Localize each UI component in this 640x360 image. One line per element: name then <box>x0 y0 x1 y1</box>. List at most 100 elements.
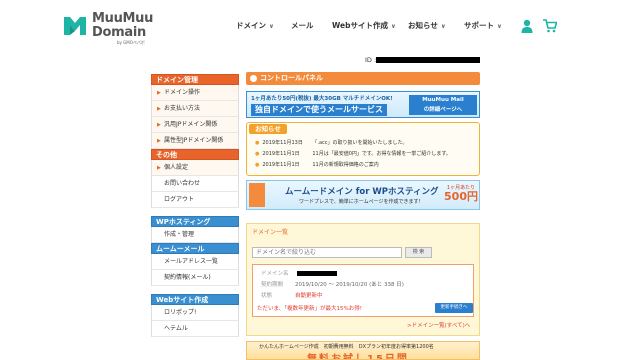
status-value: 自動更新中 <box>295 293 323 299</box>
sidebar-item-wp-create[interactable]: 作成・管理 <box>151 227 239 243</box>
notice-item[interactable]: ● 2019年11月1日 11月は「最安値0円」です。お得な情報を一挙ご紹介します。 <box>255 150 451 157</box>
chevron-down-icon: ∨ <box>390 23 396 30</box>
sidebar-item-personal-settings[interactable]: ▶ 個人設定 <box>151 160 239 176</box>
wp-badge-icon <box>249 183 265 207</box>
user-icon[interactable] <box>521 19 533 33</box>
sidebar-item-mail-contract[interactable]: 契約情報(メール) <box>151 270 239 286</box>
sidebar-item-label: 個人設定 <box>164 164 189 171</box>
sidebar-item-payment[interactable]: ▶ お支払い方法 <box>151 101 239 117</box>
main-content: コントロールパネル 1ヶ月あたり50円(税抜) 最大30GB マルチドメインOK… <box>246 72 480 210</box>
nav-support-label: サポート <box>464 21 494 30</box>
sidebar: ドメイン管理 ▶ ドメイン操作 ▶ お支払い方法 ▶ 汎用JPドメイン関係 ▶ 属性型J… <box>151 74 239 337</box>
sidebar-section-wp-hosting: WPホスティング <box>151 216 239 227</box>
notice-date: 2019年11月1日 <box>262 162 300 168</box>
sidebar-section-other: その他 <box>151 149 239 160</box>
sidebar-item-label: 属性型JPドメイン関係 <box>164 137 224 144</box>
domain-name-label: ドメイン名 <box>261 271 289 277</box>
muumuu-logo[interactable]: MuuMuu Domain by GMOペパボ <box>62 11 154 45</box>
bullet-icon: ● <box>255 151 260 157</box>
domain-list-panel: ドメイン一覧 検 索 ドメイン名 契約期間 2019/10/20 〜 2019/1… <box>246 223 480 336</box>
nav-news-label: お知らせ <box>408 21 438 30</box>
notice-item[interactable]: ● 2019年11月1日 11月の新規取得価格のご案内 <box>255 161 379 168</box>
trial-banner-main: 無料お試し15日間 <box>307 354 409 360</box>
logo-text-muumuu: MuuMuu <box>92 11 154 26</box>
domain-search-input[interactable] <box>252 247 402 258</box>
domain-entry-card: ドメイン名 契約期間 2019/10/20 〜 2019/10/20 (あと 33… <box>252 264 474 317</box>
triangle-right-icon: ▶ <box>157 106 161 112</box>
status-label: 状態 <box>261 293 273 299</box>
domain-name-redacted[interactable] <box>297 271 337 276</box>
nav-mail-label: メール <box>291 21 314 30</box>
sidebar-item-label: 契約情報(メール) <box>164 274 211 281</box>
all-domains-link[interactable]: >ドメイン一覧(すべて)へ <box>407 321 470 329</box>
control-panel-title: コントロールパネル <box>260 74 323 82</box>
notice-date: 2019年11月1日 <box>262 151 300 157</box>
triangle-right-icon: ▶ <box>157 90 161 96</box>
mail-banner-logo[interactable]: MuuMuu Mail の詳細ページへ <box>409 95 477 115</box>
cart-icon[interactable] <box>543 19 557 33</box>
mail-banner-top: 1ヶ月あたり50円(税抜) 最大30GB マルチドメインOK! <box>251 96 393 102</box>
trial-banner-top: かんたんホームページ作成 初期費用無料 DXプラン初年度お得率第1200名 <box>259 344 434 350</box>
sidebar-item-label: お支払い方法 <box>164 105 201 112</box>
domain-search-button[interactable]: 検 索 <box>405 247 432 258</box>
sidebar-item-jp-generic[interactable]: ▶ 汎用JPドメイン関係 <box>151 117 239 133</box>
homepage-trial-banner[interactable]: かんたんホームページ作成 初期費用無料 DXプラン初年度お得率第1200名 無料… <box>246 341 480 360</box>
nav-website[interactable]: Webサイト作成 ∨ <box>332 20 396 31</box>
sidebar-item-label: お問い合わせ <box>164 180 201 187</box>
chevron-down-icon: ∨ <box>440 23 446 30</box>
account-id-redacted <box>376 57 480 63</box>
nav-support[interactable]: サポート ∨ <box>464 20 502 31</box>
renew-button[interactable]: 更新手続きへ <box>435 303 473 313</box>
notice-item[interactable]: ● 2019年11月13日 「.acc」の取り扱いを開始いたしました。 <box>255 139 408 146</box>
notice-title: お知らせ <box>249 124 287 134</box>
bullet-icon: ● <box>255 162 260 168</box>
account-id-label: ID : <box>365 56 377 64</box>
sidebar-item-logout[interactable]: ログアウト <box>151 192 239 208</box>
mail-banner-logo-text: MuuMuu Mail <box>422 97 464 103</box>
contract-period-value: 2019/10/20 〜 2019/10/20 (あと 338 日) <box>295 282 404 288</box>
wp-price-value: 500円 <box>444 190 478 203</box>
mail-banner-logo-sub: の詳細ページへ <box>423 107 463 113</box>
nav-website-label: Webサイト作成 <box>332 21 388 30</box>
bullet-icon: ● <box>255 140 260 146</box>
notice-text: 11月は「最安値0円」です。お得な情報を一挙ご紹介します。 <box>312 151 451 157</box>
contract-period-row: 契約期間 2019/10/20 〜 2019/10/20 (あと 338 日) <box>261 280 404 288</box>
domain-list-title: ドメイン一覧 <box>252 229 289 236</box>
logo-mark-icon <box>64 17 86 35</box>
multi-year-note: ただいま、「複数年更新」が最大15%お得! <box>257 306 362 312</box>
chevron-down-icon: ∨ <box>269 23 274 30</box>
sidebar-item-label: ロリポップ! <box>164 309 197 316</box>
sidebar-section-muumuu-mail: ムームーメール <box>151 243 239 254</box>
logo-sub: by GMOペパボ <box>117 40 145 45</box>
sidebar-item-label: ログアウト <box>164 196 195 203</box>
sidebar-item-domain-ops[interactable]: ▶ ドメイン操作 <box>151 85 239 101</box>
sidebar-section-domain-admin: ドメイン管理 <box>151 74 239 85</box>
triangle-right-icon: ▶ <box>157 165 161 171</box>
control-panel-header: コントロールパネル <box>246 72 480 85</box>
nav-news[interactable]: お知らせ ∨ <box>408 20 446 31</box>
notice-text: 「.acc」の取り扱いを開始いたしました。 <box>312 140 408 146</box>
sidebar-item-label: 汎用JPドメイン関係 <box>164 121 218 128</box>
sidebar-item-mail-list[interactable]: メールアドレス一覧 <box>151 254 239 270</box>
sidebar-item-heteml[interactable]: ヘテムル <box>151 321 239 337</box>
mail-banner-main: 独自ドメインで使うメールサービス <box>251 104 387 116</box>
sidebar-item-label: メールアドレス一覧 <box>164 258 219 265</box>
sidebar-item-contact[interactable]: お問い合わせ <box>151 176 239 192</box>
wp-hosting-banner[interactable]: ムームードメイン for WPホスティング ワードプレスで、簡単にホームページを… <box>246 180 480 210</box>
domain-name-row: ドメイン名 <box>261 269 295 277</box>
sidebar-item-lolipop[interactable]: ロリポップ! <box>151 305 239 321</box>
notice-date: 2019年11月13日 <box>262 140 303 146</box>
chevron-down-icon: ∨ <box>497 23 502 30</box>
sidebar-item-label: 作成・管理 <box>164 231 195 238</box>
bullet-icon <box>250 75 257 82</box>
triangle-right-icon: ▶ <box>157 122 161 128</box>
nav-mail[interactable]: メール <box>291 20 314 31</box>
status-row: 状態 自動更新中 <box>261 291 323 299</box>
notice-box: お知らせ ● 2019年11月13日 「.acc」の取り扱いを開始いたしました。 ●… <box>246 122 480 176</box>
sidebar-item-jp-attribute[interactable]: ▶ 属性型JPドメイン関係 <box>151 133 239 149</box>
contract-period-label: 契約期間 <box>261 282 284 288</box>
nav-domain[interactable]: ドメイン ∨ <box>236 20 274 31</box>
mail-service-banner[interactable]: 1ヶ月あたり50円(税抜) 最大30GB マルチドメインOK! 独自ドメインで使… <box>246 91 480 118</box>
wp-banner-price: 1ヶ月あたり 500円 <box>443 184 479 203</box>
wp-banner-main: ムームードメイン for WPホスティング <box>285 187 439 197</box>
